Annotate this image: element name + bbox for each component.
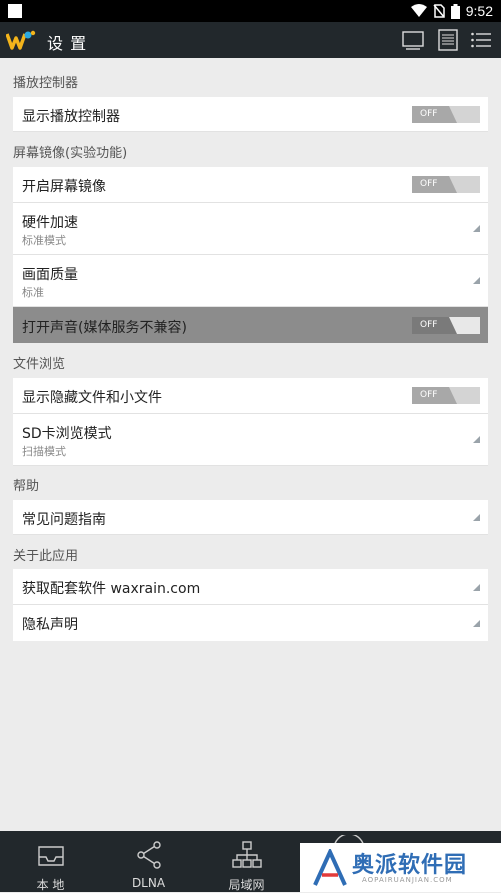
- section-header-help: 帮助: [13, 479, 40, 494]
- row-label: 隐私声明: [22, 617, 78, 633]
- settings-row-get-software[interactable]: 获取配套软件 waxrain.com: [13, 569, 488, 605]
- row-label: 获取配套软件 waxrain.com: [22, 581, 201, 597]
- app-bar: 设 置: [0, 22, 501, 58]
- settings-row-show-player[interactable]: 显示播放控制器 OFF: [13, 97, 488, 132]
- section-header-player: 播放控制器: [13, 76, 79, 91]
- inbox-icon: [38, 846, 64, 866]
- row-label: 开启屏幕镜像: [22, 179, 106, 195]
- settings-row-audio: 打开声音(媒体服务不兼容) OFF: [13, 307, 488, 343]
- watermark-logo-icon: [313, 849, 347, 886]
- nav-label: 局域网: [228, 878, 265, 892]
- app-logo-icon[interactable]: [6, 28, 36, 52]
- row-label: 常见问题指南: [22, 512, 106, 528]
- watermark-text: 奥派软件园: [352, 853, 468, 878]
- dropdown-corner-icon: [473, 584, 480, 591]
- row-label: 打开声音(媒体服务不兼容): [22, 320, 187, 336]
- settings-row-quality[interactable]: 画面质量 标准: [13, 255, 488, 307]
- dropdown-corner-icon: [473, 277, 480, 284]
- screen-icon[interactable]: [402, 29, 424, 51]
- nav-label: 本 地: [36, 878, 65, 892]
- toggle-state: OFF: [412, 317, 457, 334]
- status-time: 9:52: [465, 3, 493, 19]
- toggle-state: OFF: [412, 106, 457, 123]
- toggle-state: OFF: [412, 176, 457, 193]
- toggle-hidden-files[interactable]: OFF: [412, 387, 480, 404]
- dropdown-corner-icon: [473, 436, 480, 443]
- toggle-state: OFF: [412, 387, 457, 404]
- watermark: 奥派软件园 AOPAIRUANJIAN.COM: [300, 843, 501, 892]
- network-icon: [232, 841, 262, 868]
- row-label: SD卡浏览模式: [22, 426, 112, 442]
- row-label: 显示隐藏文件和小文件: [22, 390, 162, 406]
- section-header-about: 关于此应用: [13, 549, 79, 564]
- row-label: 显示播放控制器: [22, 109, 120, 125]
- dropdown-corner-icon: [473, 514, 480, 521]
- battery-icon: [450, 3, 460, 19]
- dropdown-corner-icon: [473, 620, 480, 627]
- settings-row-enable-mirror[interactable]: 开启屏幕镜像 OFF: [13, 167, 488, 203]
- watermark-subtext: AOPAIRUANJIAN.COM: [362, 876, 453, 884]
- nav-dlna[interactable]: DLNA: [101, 831, 196, 892]
- settings-row-privacy[interactable]: 隐私声明: [13, 605, 488, 641]
- status-bar: 9:52: [0, 0, 501, 22]
- menu-list-icon[interactable]: [470, 29, 492, 51]
- nav-local[interactable]: 本 地: [3, 831, 98, 892]
- wifi-icon: [410, 4, 427, 17]
- share-icon: [137, 841, 161, 869]
- settings-row-hidden-files[interactable]: 显示隐藏文件和小文件 OFF: [13, 378, 488, 414]
- row-value: 标准: [22, 286, 44, 299]
- toggle-enable-mirror[interactable]: OFF: [412, 176, 480, 193]
- nav-label: DLNA: [131, 876, 166, 890]
- no-sim-icon: [433, 4, 445, 18]
- document-icon[interactable]: [437, 29, 459, 51]
- nav-lan[interactable]: 局域网: [199, 831, 294, 892]
- notification-icon: [8, 4, 22, 18]
- settings-row-sd-mode[interactable]: SD卡浏览模式 扫描模式: [13, 414, 488, 466]
- row-label: 画面质量: [22, 267, 78, 283]
- section-header-files: 文件浏览: [13, 357, 66, 372]
- page-title: 设 置: [47, 34, 88, 53]
- settings-row-hw-accel[interactable]: 硬件加速 标准模式: [13, 203, 488, 255]
- row-label: 硬件加速: [22, 215, 78, 231]
- toggle-audio: OFF: [412, 317, 480, 334]
- settings-row-faq[interactable]: 常见问题指南: [13, 500, 488, 535]
- row-value: 扫描模式: [22, 445, 66, 458]
- toggle-show-player[interactable]: OFF: [412, 106, 480, 123]
- dropdown-corner-icon: [473, 225, 480, 232]
- section-header-mirror: 屏幕镜像(实验功能): [13, 146, 128, 161]
- row-value: 标准模式: [22, 234, 66, 247]
